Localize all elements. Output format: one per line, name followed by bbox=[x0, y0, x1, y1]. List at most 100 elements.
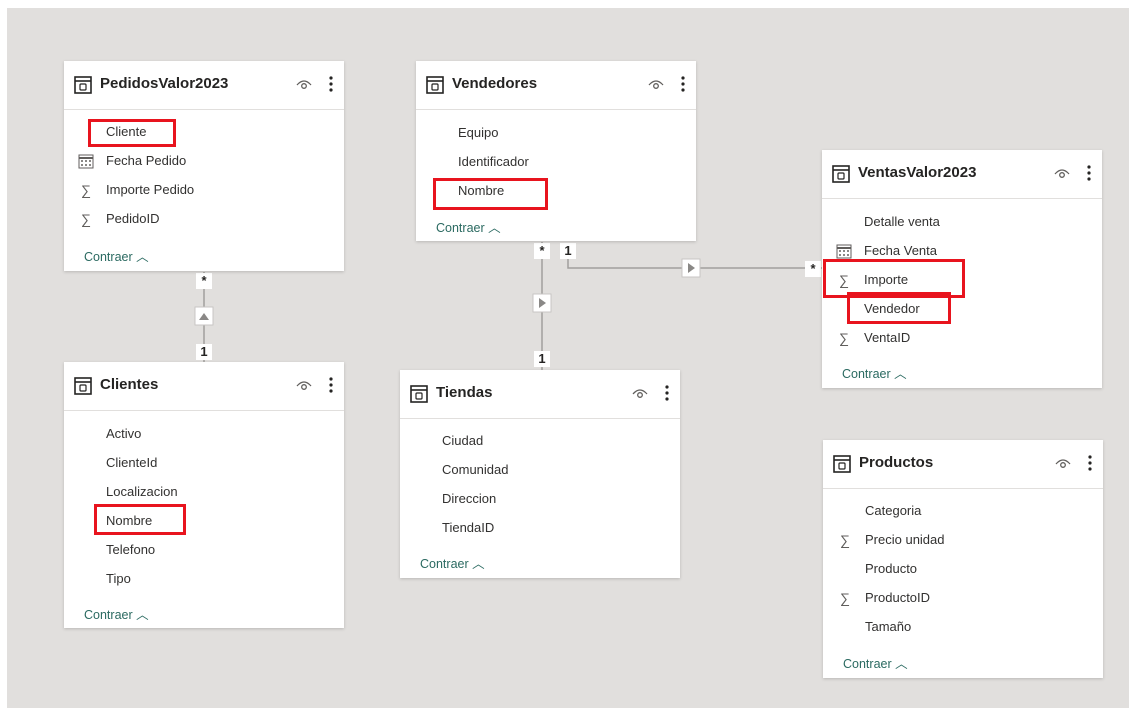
field-row[interactable]: ∑ ProductoID bbox=[823, 588, 1103, 608]
field-label: Fecha Pedido bbox=[106, 153, 187, 168]
table-icon bbox=[410, 385, 428, 403]
chevron-up-icon: ︿ bbox=[488, 221, 501, 235]
field-row[interactable]: TiendaID bbox=[400, 518, 680, 538]
field-row[interactable]: ∑ Precio unidad bbox=[823, 530, 1103, 550]
field-label: Categoria bbox=[865, 503, 922, 518]
sigma-icon: ∑ bbox=[81, 211, 91, 227]
field-row[interactable]: ∑ Importe Pedido bbox=[64, 180, 344, 200]
field-row[interactable]: Tipo bbox=[64, 569, 344, 589]
table-title: VentasValor2023 bbox=[858, 164, 977, 181]
table-header[interactable]: Productos bbox=[823, 440, 1103, 489]
cardinality-many-marker: * bbox=[534, 243, 550, 259]
field-label: Telefono bbox=[106, 542, 156, 557]
table-card-tiendas[interactable]: Tiendas Ciudad Comunidad Direccion Tiend… bbox=[400, 370, 680, 578]
cardinality-many-marker: * bbox=[196, 273, 212, 289]
chevron-up-icon: ︿ bbox=[894, 367, 907, 381]
highlight-box bbox=[433, 178, 548, 210]
field-label: Producto bbox=[865, 561, 918, 576]
collapse-link[interactable]: Contraer ︿ bbox=[436, 217, 501, 236]
table-icon bbox=[426, 76, 444, 94]
eye-icon[interactable] bbox=[296, 379, 312, 391]
cardinality-one-marker: 1 bbox=[196, 344, 212, 360]
field-label: Ciudad bbox=[442, 433, 484, 448]
field-label: VentaID bbox=[864, 330, 911, 345]
collapse-link[interactable]: Contraer ︿ bbox=[420, 553, 485, 572]
more-options-icon[interactable] bbox=[1086, 164, 1092, 182]
field-row[interactable]: ClienteId bbox=[64, 453, 344, 473]
eye-icon[interactable] bbox=[1055, 457, 1071, 469]
table-icon bbox=[832, 165, 850, 183]
field-label: Precio unidad bbox=[865, 532, 945, 547]
cardinality-one-marker: 1 bbox=[560, 243, 576, 259]
more-options-icon[interactable] bbox=[680, 75, 686, 93]
field-row[interactable]: Detalle venta bbox=[822, 212, 1102, 232]
table-card-pedidosvalor2023[interactable]: PedidosValor2023 Cliente Fecha Pedido ∑ I… bbox=[64, 61, 344, 271]
table-icon bbox=[74, 76, 92, 94]
field-label: Detalle venta bbox=[864, 214, 940, 229]
collapse-link[interactable]: Contraer ︿ bbox=[84, 246, 149, 265]
sigma-icon: ∑ bbox=[839, 330, 849, 346]
sigma-icon: ∑ bbox=[840, 590, 850, 606]
field-row[interactable]: Producto bbox=[823, 559, 1103, 579]
field-label: ProductoID bbox=[865, 590, 931, 605]
field-label: Activo bbox=[106, 426, 142, 441]
more-options-icon[interactable] bbox=[328, 75, 334, 93]
eye-icon[interactable] bbox=[632, 387, 648, 399]
table-icon bbox=[74, 377, 92, 395]
highlight-box bbox=[88, 119, 176, 147]
field-label: Tipo bbox=[106, 571, 131, 586]
table-header[interactable]: Vendedores bbox=[416, 61, 696, 110]
cardinality-one-marker: 1 bbox=[534, 351, 550, 367]
field-row[interactable]: Identificador bbox=[416, 152, 696, 172]
table-header[interactable]: Tiendas bbox=[400, 370, 680, 419]
field-row[interactable]: Tamaño bbox=[823, 617, 1103, 637]
chevron-up-icon: ︿ bbox=[136, 250, 149, 264]
chevron-up-icon: ︿ bbox=[472, 557, 485, 571]
field-row[interactable]: Categoria bbox=[823, 501, 1103, 521]
chevron-up-icon: ︿ bbox=[895, 657, 908, 671]
field-row[interactable]: Direccion bbox=[400, 489, 680, 509]
field-row[interactable]: ∑ PedidoID bbox=[64, 209, 344, 229]
table-card-vendedores[interactable]: Vendedores Equipo Identificador Nombre C… bbox=[416, 61, 696, 241]
field-row[interactable]: Fecha Venta bbox=[822, 241, 1102, 261]
field-label: TiendaID bbox=[442, 520, 495, 535]
field-label: Direccion bbox=[442, 491, 497, 506]
collapse-link[interactable]: Contraer ︿ bbox=[84, 604, 149, 623]
table-header[interactable]: VentasValor2023 bbox=[822, 150, 1102, 199]
field-row[interactable]: Telefono bbox=[64, 540, 344, 560]
field-row[interactable]: Localizacion bbox=[64, 482, 344, 502]
highlight-box bbox=[94, 504, 186, 535]
field-label: Localizacion bbox=[106, 484, 178, 499]
field-label: Tamaño bbox=[865, 619, 912, 634]
field-row[interactable]: Comunidad bbox=[400, 460, 680, 480]
field-row[interactable]: Ciudad bbox=[400, 431, 680, 451]
table-header[interactable]: PedidosValor2023 bbox=[64, 61, 344, 110]
field-row[interactable]: Equipo bbox=[416, 123, 696, 143]
field-label: Fecha Venta bbox=[864, 243, 937, 258]
field-row[interactable]: ∑ VentaID bbox=[822, 328, 1102, 348]
table-title: PedidosValor2023 bbox=[100, 75, 229, 92]
field-row[interactable]: Activo bbox=[64, 424, 344, 444]
table-card-ventasvalor2023[interactable]: VentasValor2023 Detalle venta Fecha Vent… bbox=[822, 150, 1102, 388]
eye-icon[interactable] bbox=[1054, 167, 1070, 179]
chevron-up-icon: ︿ bbox=[136, 608, 149, 622]
table-title: Tiendas bbox=[436, 384, 493, 401]
eye-icon[interactable] bbox=[648, 78, 664, 90]
field-label: PedidoID bbox=[106, 211, 160, 226]
table-card-clientes[interactable]: Clientes Activo ClienteId Localizacion N… bbox=[64, 362, 344, 628]
field-label: Equipo bbox=[458, 125, 499, 140]
table-title: Clientes bbox=[100, 376, 159, 393]
table-card-productos[interactable]: Productos Categoria ∑ Precio unidad Produ… bbox=[823, 440, 1103, 678]
more-options-icon[interactable] bbox=[1087, 454, 1093, 472]
collapse-link[interactable]: Contraer ︿ bbox=[842, 363, 907, 382]
field-label: Comunidad bbox=[442, 462, 509, 477]
table-title: Vendedores bbox=[452, 75, 538, 92]
more-options-icon[interactable] bbox=[664, 384, 670, 402]
more-options-icon[interactable] bbox=[328, 376, 334, 394]
calendar-icon bbox=[78, 154, 94, 169]
collapse-link[interactable]: Contraer ︿ bbox=[843, 653, 908, 672]
table-title: Productos bbox=[859, 454, 934, 471]
eye-icon[interactable] bbox=[296, 78, 312, 90]
table-header[interactable]: Clientes bbox=[64, 362, 344, 411]
field-row[interactable]: Fecha Pedido bbox=[64, 151, 344, 171]
